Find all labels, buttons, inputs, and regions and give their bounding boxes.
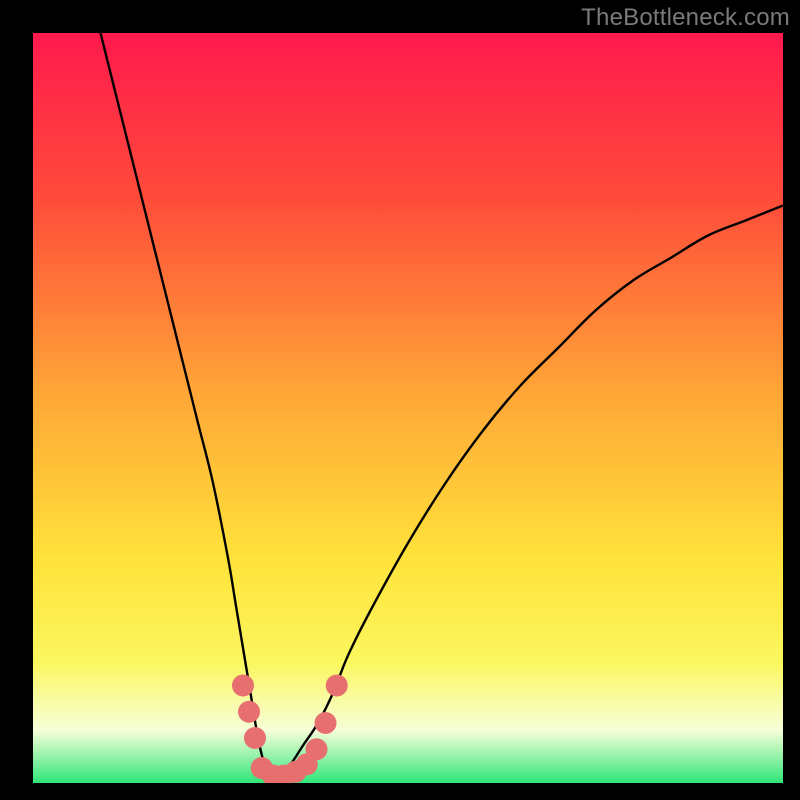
marker-dot [244, 727, 266, 749]
chart-frame: TheBottleneck.com [0, 0, 800, 800]
watermark-text: TheBottleneck.com [581, 4, 790, 32]
marker-dot [315, 712, 337, 734]
gradient-background [33, 33, 783, 783]
marker-dot [326, 675, 348, 697]
plot-area [33, 33, 783, 783]
marker-dot [306, 738, 328, 760]
marker-dot [232, 675, 254, 697]
chart-svg [33, 33, 783, 783]
marker-dot [238, 701, 260, 723]
